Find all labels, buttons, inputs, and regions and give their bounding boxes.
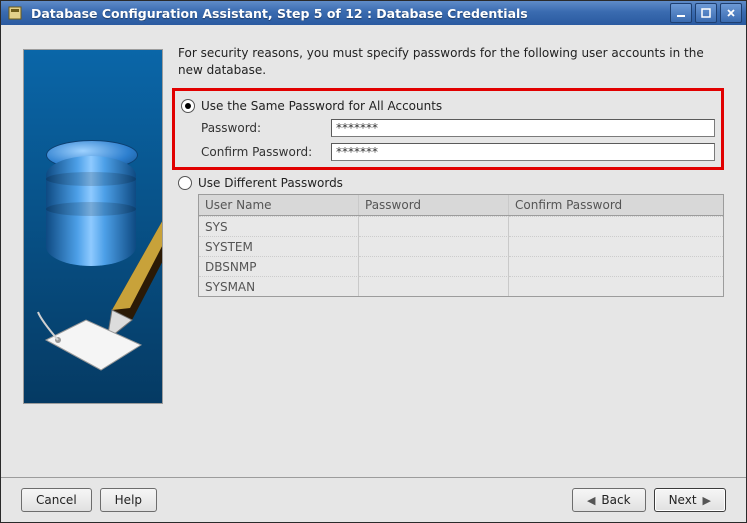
password-input[interactable] [331, 119, 715, 137]
cell-username: SYS [199, 216, 359, 236]
wizard-footer: Cancel Help ◀ Back Next ▶ [1, 477, 746, 522]
column-header-password: Password [359, 195, 509, 215]
help-button[interactable]: Help [100, 488, 157, 512]
cell-confirm[interactable] [509, 216, 723, 236]
cell-password[interactable] [359, 276, 509, 296]
cell-username: SYSMAN [199, 276, 359, 296]
maximize-button[interactable] [695, 3, 717, 23]
table-row: SYSMAN [199, 276, 723, 296]
cell-confirm[interactable] [509, 276, 723, 296]
cell-password[interactable] [359, 256, 509, 276]
window-controls [670, 3, 742, 23]
cell-username: DBSNMP [199, 256, 359, 276]
next-button-label: Next [669, 493, 697, 507]
column-header-confirm: Confirm Password [509, 195, 723, 215]
wizard-hero-image [23, 49, 163, 404]
table-row: SYSTEM [199, 236, 723, 256]
cell-username: SYSTEM [199, 236, 359, 256]
app-window: Database Configuration Assistant, Step 5… [0, 0, 747, 523]
cell-confirm[interactable] [509, 236, 723, 256]
password-label: Password: [201, 121, 331, 135]
chevron-right-icon: ▶ [703, 494, 711, 507]
table-row: DBSNMP [199, 256, 723, 276]
confirm-password-input[interactable] [331, 143, 715, 161]
radio-different-passwords[interactable] [178, 176, 192, 190]
next-button[interactable]: Next ▶ [654, 488, 726, 512]
window-title: Database Configuration Assistant, Step 5… [31, 6, 670, 21]
table-row: SYS [199, 216, 723, 236]
back-button[interactable]: ◀ Back [572, 488, 646, 512]
instruction-text: For security reasons, you must specify p… [178, 45, 724, 80]
minimize-button[interactable] [670, 3, 692, 23]
confirm-password-label: Confirm Password: [201, 145, 331, 159]
cell-password[interactable] [359, 236, 509, 256]
radio-same-password[interactable] [181, 99, 195, 113]
titlebar[interactable]: Database Configuration Assistant, Step 5… [1, 1, 746, 25]
same-password-section: Use the Same Password for All Accounts P… [172, 88, 724, 170]
table-header: User Name Password Confirm Password [199, 195, 723, 216]
cell-password[interactable] [359, 216, 509, 236]
cell-confirm[interactable] [509, 256, 723, 276]
close-button[interactable] [720, 3, 742, 23]
app-icon [5, 4, 25, 22]
column-header-username: User Name [199, 195, 359, 215]
radio-same-password-label: Use the Same Password for All Accounts [201, 99, 442, 113]
cancel-button-label: Cancel [36, 493, 77, 507]
back-button-label: Back [601, 493, 630, 507]
cancel-button[interactable]: Cancel [21, 488, 92, 512]
radio-different-passwords-label: Use Different Passwords [198, 176, 343, 190]
users-table: User Name Password Confirm Password SYS … [198, 194, 724, 297]
window-body: For security reasons, you must specify p… [1, 25, 746, 477]
help-button-label: Help [115, 493, 142, 507]
chevron-left-icon: ◀ [587, 494, 595, 507]
